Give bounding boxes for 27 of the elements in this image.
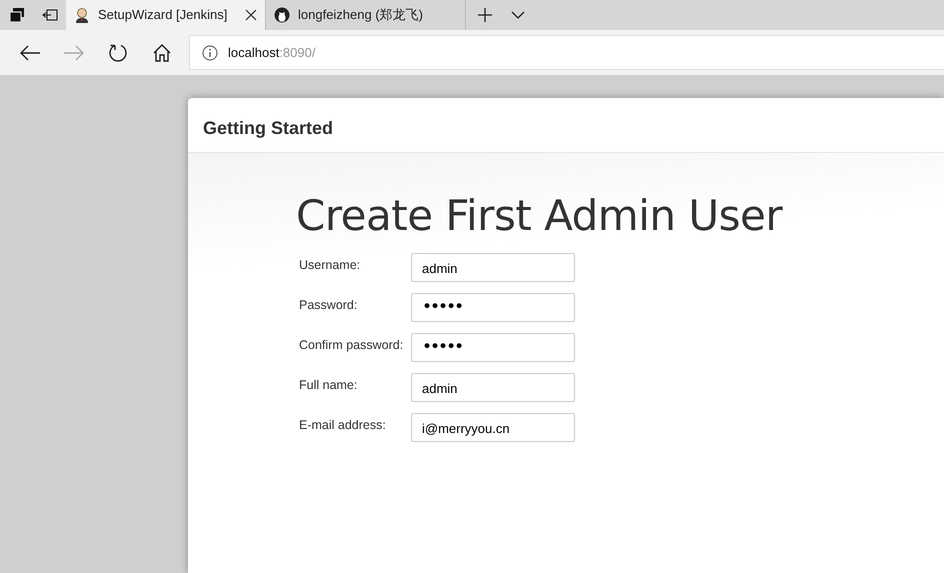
- password-field[interactable]: •••••: [411, 333, 575, 362]
- cat-logo-icon: [274, 7, 290, 23]
- input-field[interactable]: admin: [411, 253, 575, 282]
- url-text: localhost:8090/: [228, 44, 316, 62]
- input-field[interactable]: admin: [411, 373, 575, 402]
- address-bar[interactable]: localhost:8090/: [189, 35, 944, 70]
- password-field[interactable]: •••••: [411, 293, 575, 322]
- tab-title: longfeizheng (郑龙飞): [298, 6, 424, 24]
- field-label: E-mail address:: [299, 417, 387, 434]
- field-label: Username:: [299, 257, 362, 274]
- refresh-icon: [108, 42, 128, 62]
- field-label: Confirm password:: [299, 337, 404, 354]
- info-icon: [202, 44, 218, 60]
- home-icon: [152, 42, 172, 62]
- browser-tab[interactable]: SetupWizard [Jenkins]: [66, 0, 266, 30]
- field-label: Password:: [299, 297, 358, 314]
- tab-arrow-icon: [42, 7, 58, 23]
- input-field[interactable]: i@merryyou.cn: [411, 413, 575, 442]
- plus-icon: [476, 7, 492, 23]
- windows-icon: [8, 7, 24, 23]
- close-icon[interactable]: [245, 9, 257, 21]
- page-heading: Create First Admin User: [296, 193, 784, 240]
- person-icon: [74, 7, 90, 23]
- back-arrow-icon: [19, 44, 41, 62]
- tab-title: SetupWizard [Jenkins]: [98, 6, 228, 24]
- field-label: Full name:: [299, 377, 358, 394]
- forward-arrow-icon: [63, 44, 85, 62]
